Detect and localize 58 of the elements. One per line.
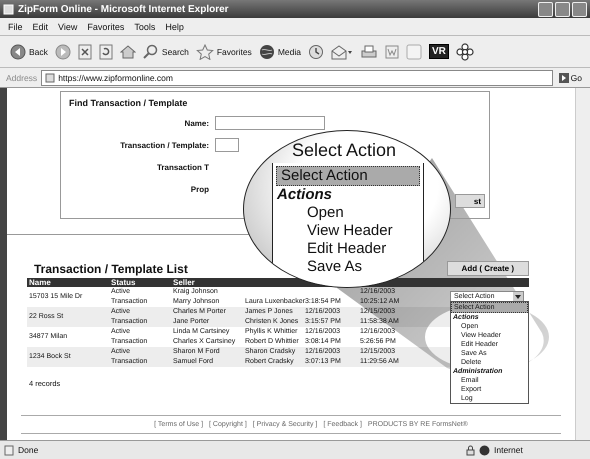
page-icon [4,444,14,456]
panel-title: Find Transaction / Template [69,98,188,108]
home-icon[interactable] [120,44,136,60]
dropdown-option[interactable]: Select Action [276,166,420,186]
printer-icon[interactable] [360,44,378,60]
column-header: Seller [171,278,243,287]
forward-icon[interactable] [54,44,71,60]
zone-text: Internet [494,445,523,455]
window-title: ZipForm Online - Microsoft Internet Explorer [18,4,229,14]
minimize-button[interactable] [538,2,553,16]
menu-item[interactable]: Edit [32,22,48,32]
toolbar-label[interactable]: Media [278,46,301,56]
status-text: Done [18,445,38,455]
dropdown-option[interactable]: View Header [273,222,423,240]
toolbar-label[interactable]: Search [162,46,189,56]
field-label: Name: [184,118,209,128]
menu-item[interactable]: Tools [134,22,156,32]
dropdown-option[interactable]: Open [273,204,423,222]
stop-icon[interactable] [78,44,92,60]
flower-icon[interactable] [456,42,474,60]
search-icon[interactable] [142,44,159,60]
address-field[interactable]: https://www.zipformonline.com [41,70,553,86]
caret-icon [515,295,521,299]
toolbar-logo[interactable]: VR [428,44,449,59]
dropdown-option[interactable]: Save As [273,258,423,276]
mail-icon[interactable] [330,44,353,60]
select-field[interactable] [215,138,239,152]
menu-item[interactable]: File [8,22,23,32]
search-button[interactable]: st [455,194,485,208]
menu-item[interactable]: Help [165,22,184,32]
star-icon[interactable] [196,44,214,60]
refresh-icon[interactable] [98,44,113,60]
close-button[interactable] [572,2,587,16]
menu-item[interactable]: View [58,22,78,32]
add-button[interactable]: Add ( Create ) [446,261,529,276]
app-icon [3,4,14,14]
option-group-label: Actions [276,186,334,204]
maximize-button[interactable] [555,2,570,16]
field-label: Prop [190,184,209,194]
menu-item[interactable]: Favorites [87,22,124,32]
toolbar-label[interactable]: Back [29,46,48,56]
field-label: Transaction T [156,162,209,172]
back-icon[interactable] [10,44,26,60]
go-arrow-icon [558,72,569,82]
input-field[interactable] [215,116,325,130]
lock-icon [466,444,475,456]
address-label: Address [6,72,38,82]
magnified-caption: Select Action [292,139,396,161]
dropdown-option[interactable]: Edit Header [273,240,423,258]
toolbar-label[interactable]: Favorites [216,46,252,56]
column-header: Name [27,278,109,287]
field-label: Transaction / Template: [119,140,209,150]
page-icon [45,72,56,82]
edit-icon[interactable] [384,44,399,58]
history-icon[interactable] [308,44,324,60]
list-title: Transaction / Template List [34,262,188,276]
go-button[interactable]: Go [556,72,584,84]
column-header: Status [109,278,171,287]
